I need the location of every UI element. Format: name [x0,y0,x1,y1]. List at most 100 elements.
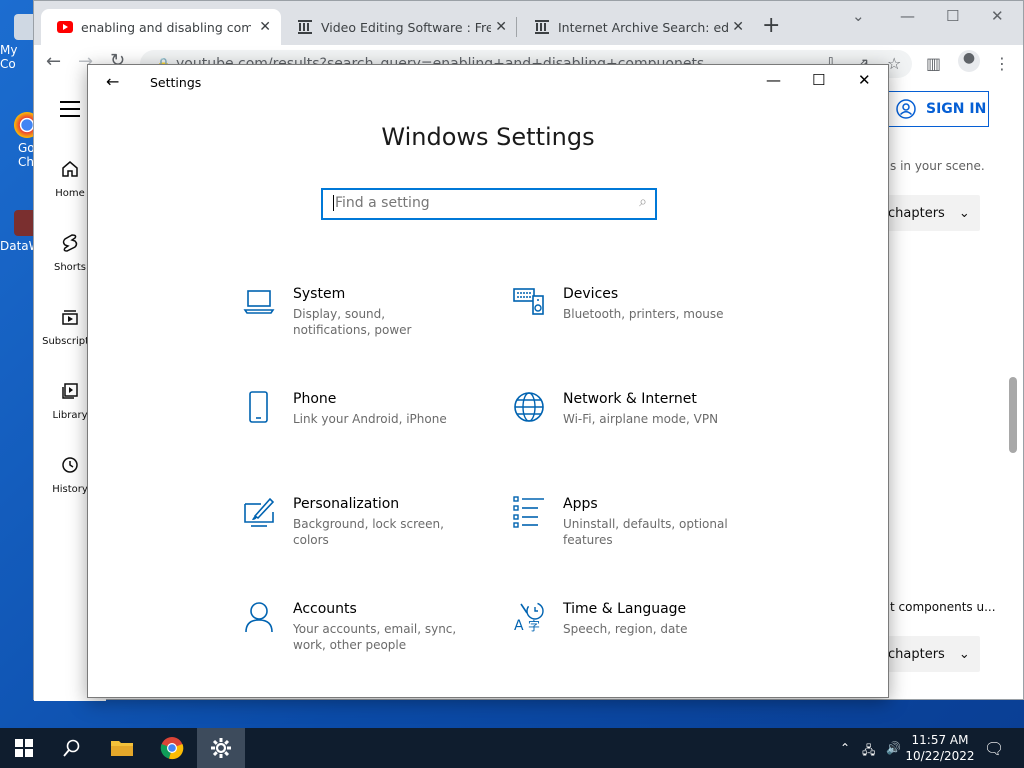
window-title: Settings [150,75,202,90]
clock[interactable]: 11:57 AM 10/22/2022 [904,732,976,764]
category-name: System [293,286,346,302]
category-desc: Wi-Fi, airplane mode, VPN [563,412,719,426]
category-desc: Bluetooth, printers, mouse [563,307,724,321]
taskbar: ⌃ 🖧 🔊 11:57 AM 10/22/2022 🗨 [0,728,1024,768]
tab-title: enabling and disabling compuo [81,19,251,35]
sign-in-button[interactable]: SIGN IN [887,91,989,127]
star-icon[interactable]: ☆ [887,54,901,73]
category-name: Accounts [293,601,357,617]
gear-icon [211,738,231,758]
category-name: Time & Language [563,601,687,617]
laptop-icon [243,290,275,314]
subscriptions-icon [62,310,78,325]
tab-title: Video Editing Software : Free Do [321,19,491,35]
chevron-down-icon[interactable]: ⌄ [852,7,865,25]
youtube-icon [57,21,73,33]
page-scrollbar[interactable] [1009,377,1017,453]
chrome-taskbar-button[interactable] [148,728,196,768]
close-tab-icon[interactable]: ✕ [259,19,271,35]
history-icon [62,457,78,473]
new-tab-button[interactable]: + [762,13,780,38]
tab-video-editing[interactable]: Video Editing Software : Free Do ✕ [281,9,517,45]
category-name: Apps [563,496,598,512]
notifications-icon[interactable]: 🗨 [984,739,1004,758]
close-tab-icon[interactable]: ✕ [495,19,507,35]
tab-youtube[interactable]: enabling and disabling compuo ✕ [41,9,281,45]
minimize-button[interactable]: — [766,71,781,89]
category-name: Network & Internet [563,391,697,407]
chapters-label: chapters [888,205,945,221]
library-icon [62,383,78,399]
text-caret [333,195,334,211]
tab-internet-archive[interactable]: Internet Archive Search: editor w ✕ [518,9,754,45]
windows-logo-icon [15,739,33,757]
desktop-icon-chrome[interactable]: Go Ch [0,112,40,169]
side-panel-icon[interactable]: ▥ [926,54,941,73]
search-icon[interactable]: ⌕ [639,194,647,210]
back-arrow-icon[interactable]: ← [46,51,61,72]
volume-icon[interactable]: 🔊 [886,741,901,755]
desktop-icon-label: My Co [0,43,18,71]
video-title-snippet[interactable]: t components u... [890,600,996,614]
home-icon [62,161,78,177]
sign-in-label: SIGN IN [926,101,987,117]
category-name: Devices [563,286,619,302]
network-icon[interactable]: 🖧 [862,741,875,762]
archive-icon [298,20,312,34]
video-snippet: s in your scene. [890,159,985,173]
category-name: Phone [293,391,337,407]
category-desc: Uninstall, defaults, optional features [563,517,728,547]
tab-title: Internet Archive Search: editor w [558,19,728,35]
settings-taskbar-button[interactable] [197,728,245,768]
maximize-button[interactable]: ☐ [812,71,825,89]
time-language-icon: A字 [514,602,544,633]
chapters-button[interactable]: chapters ⌄ [886,195,980,231]
category-desc: Your accounts, email, sync, work, other … [293,622,457,652]
category-desc: Display, sound, notifications, power [293,307,412,337]
hamburger-menu-icon[interactable] [60,101,80,122]
chapters-button[interactable]: chapters ⌄ [886,636,980,672]
shorts-icon [62,234,78,252]
desktop-icon-datawrangler[interactable]: DataW [0,210,41,253]
desktop-icon-my-computer[interactable]: My Co [0,14,40,71]
tab-strip: enabling and disabling compuo ✕ Video Ed… [34,1,1023,45]
personalization-icon [244,497,275,527]
file-explorer-button[interactable] [98,728,146,768]
category-desc: Speech, region, date [563,622,688,636]
globe-icon [514,392,544,422]
clock-time: 11:57 AM [911,733,969,747]
svg-text:A: A [514,618,524,633]
search-placeholder: Find a setting [335,195,430,211]
chrome-icon [160,737,184,760]
chevron-up-icon[interactable]: ⌃ [840,741,850,755]
desktop-icon-label: Go Ch [18,141,35,169]
settings-window: ← Settings — ☐ ✕ Windows Settings Find a… [87,64,889,698]
maximize-button[interactable]: ☐ [946,7,959,25]
category-desc: Background, lock screen, colors [293,517,444,547]
phone-icon [249,391,268,423]
close-button[interactable]: ✕ [858,71,871,89]
category-name: Personalization [293,496,400,512]
search-input[interactable]: Find a setting ⌕ [321,188,657,220]
devices-icon [513,288,544,315]
more-menu-icon[interactable]: ⋮ [994,54,1010,73]
tab-separator [516,17,517,37]
chapters-label: chapters [888,646,945,662]
chevron-down-icon: ⌄ [958,646,970,662]
start-button[interactable] [0,728,48,768]
profile-icon[interactable]: ● [958,50,980,72]
person-icon [245,602,273,633]
search-button[interactable] [48,728,96,768]
minimize-button[interactable]: — [900,7,915,25]
back-arrow-icon[interactable]: ← [106,72,119,91]
close-button[interactable]: ✕ [991,7,1004,25]
apps-icon [513,496,544,528]
chevron-down-icon: ⌄ [958,205,970,221]
svg-text:字: 字 [528,618,540,633]
page-title: Windows Settings [381,123,595,151]
folder-icon [111,741,133,756]
category-desc: Link your Android, iPhone [293,412,447,426]
close-tab-icon[interactable]: ✕ [732,19,744,35]
account-icon [896,99,916,119]
search-icon [63,739,80,757]
